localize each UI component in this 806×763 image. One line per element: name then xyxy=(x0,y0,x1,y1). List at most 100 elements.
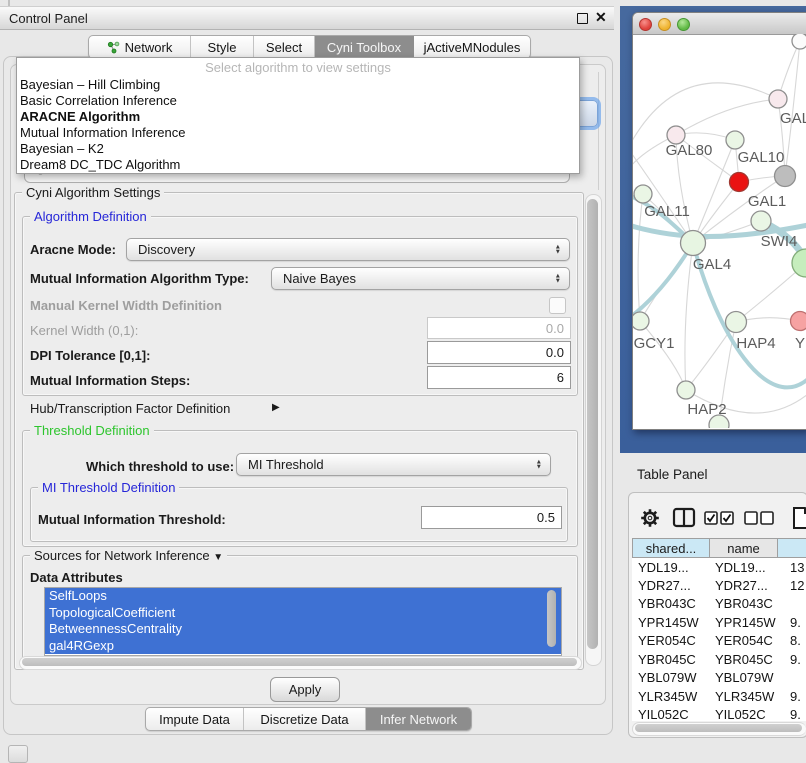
network-node[interactable] xyxy=(634,185,652,203)
tab-infer-network[interactable]: Infer Network xyxy=(366,708,471,730)
network-edge[interactable] xyxy=(640,321,686,390)
apply-button[interactable]: Apply xyxy=(270,677,340,702)
table-cell[interactable]: YIL052C xyxy=(632,707,710,721)
table-cell[interactable]: YLR345W xyxy=(710,689,778,704)
table-cell[interactable]: YBL079W xyxy=(710,670,778,685)
network-node[interactable] xyxy=(730,173,749,192)
network-node[interactable] xyxy=(681,231,706,256)
tab-cyni-toolbox[interactable]: Cyni Toolbox xyxy=(315,36,414,58)
network-node[interactable] xyxy=(677,381,695,399)
network-edge[interactable] xyxy=(676,99,778,135)
deselect-all-columns-icon[interactable] xyxy=(744,511,774,525)
table-cell[interactable]: YLR345W xyxy=(632,689,710,704)
network-canvas[interactable]: GALGAL80GAL10GAL1GAL11SWI4GAL4GCY1HAP4YH… xyxy=(633,34,806,428)
network-edge[interactable] xyxy=(685,243,693,390)
table-row[interactable]: YDL19...YDL19...13 xyxy=(632,558,806,576)
table-row[interactable]: YDR27...YDR27...12 xyxy=(632,576,806,594)
table-row[interactable]: YLR345WYLR345W9. xyxy=(632,687,806,705)
tab-impute-data[interactable]: Impute Data xyxy=(146,708,244,730)
network-node[interactable] xyxy=(726,312,747,333)
split-columns-icon[interactable] xyxy=(672,506,696,530)
manual-kernel-checkbox[interactable] xyxy=(549,297,566,314)
tab-network[interactable]: Network xyxy=(89,36,191,58)
table-cell[interactable]: YPR145W xyxy=(710,615,778,630)
table-row[interactable]: YBL079WYBL079W xyxy=(632,669,806,687)
table-cell[interactable]: YDR27... xyxy=(710,578,778,593)
table-cell[interactable]: 9. xyxy=(778,652,806,667)
table-hscrollbar-thumb[interactable] xyxy=(635,724,802,732)
network-node[interactable] xyxy=(751,211,771,231)
table-hscrollbar[interactable] xyxy=(632,722,806,736)
table-cell[interactable]: YDL19... xyxy=(632,560,710,575)
column-header[interactable]: name xyxy=(710,538,778,558)
table-cell[interactable]: 8. xyxy=(778,633,806,648)
table-row[interactable]: YIL052CYIL052C9. xyxy=(632,706,806,721)
table-cell[interactable]: 9. xyxy=(778,615,806,630)
table-cell[interactable]: YBL079W xyxy=(632,670,710,685)
table-cell[interactable]: 13 xyxy=(778,560,806,575)
settings-scrollbar[interactable] xyxy=(585,194,602,666)
settings-hscrollbar[interactable] xyxy=(19,656,582,670)
algorithm-option[interactable]: Mutual Information Inference xyxy=(17,125,579,141)
table-cell[interactable]: YDR27... xyxy=(632,578,710,593)
close-window-icon[interactable] xyxy=(639,18,652,31)
network-node[interactable] xyxy=(726,131,744,149)
sources-collapse-arrow-icon[interactable]: ▼ xyxy=(213,552,223,563)
table-cell[interactable]: YDL19... xyxy=(710,560,778,575)
dpi-tolerance-field[interactable]: 0.0 xyxy=(427,341,571,364)
table-row[interactable]: YER054CYER054C8. xyxy=(632,632,806,650)
table-settings-gear-icon[interactable] xyxy=(638,506,662,530)
float-panel-icon[interactable] xyxy=(577,13,588,24)
table-cell[interactable]: YBR045C xyxy=(632,652,710,667)
algorithm-option[interactable]: Bayesian – K2 xyxy=(17,141,579,157)
algorithm-option[interactable]: Basic Correlation Inference xyxy=(17,93,579,109)
table-row[interactable]: YPR145WYPR145W9. xyxy=(632,613,806,631)
tab-select[interactable]: Select xyxy=(254,36,315,58)
minimize-window-icon[interactable] xyxy=(658,18,671,31)
attribute-item[interactable]: BetweennessCentrality xyxy=(45,621,561,638)
algorithm-option[interactable]: ARACNE Algorithm xyxy=(17,109,579,125)
table-cell[interactable]: YPR145W xyxy=(632,615,710,630)
algorithm-option[interactable]: Bayesian – Hill Climbing xyxy=(17,77,579,93)
network-edge[interactable] xyxy=(633,243,693,321)
close-panel-icon[interactable]: ✕ xyxy=(595,9,607,26)
hub-expand-arrow-icon[interactable]: ▶ xyxy=(272,403,280,413)
table-cell[interactable]: 12 xyxy=(778,578,806,593)
network-edge[interactable] xyxy=(785,41,800,176)
table-row[interactable]: YBR045CYBR045C9. xyxy=(632,650,806,668)
aracne-mode-combo[interactable]: Discovery ▲▼ xyxy=(126,238,570,261)
network-node[interactable] xyxy=(633,312,649,330)
settings-scrollbar-thumb[interactable] xyxy=(587,199,598,649)
mi-threshold-field[interactable]: 0.5 xyxy=(421,506,562,529)
network-node[interactable] xyxy=(792,34,806,49)
network-node[interactable] xyxy=(775,166,796,187)
table-cell[interactable]: YER054C xyxy=(632,633,710,648)
network-edge[interactable] xyxy=(638,194,643,321)
select-all-columns-icon[interactable] xyxy=(704,511,734,525)
attribute-item[interactable]: SelfLoops xyxy=(45,588,561,605)
tab-style[interactable]: Style xyxy=(191,36,254,58)
column-header[interactable]: A xyxy=(778,538,806,558)
table-cell[interactable]: YBR043C xyxy=(710,596,778,611)
table-cell[interactable]: 9. xyxy=(778,707,806,721)
table-cell[interactable]: YBR043C xyxy=(632,596,710,611)
table-cell[interactable]: 9. xyxy=(778,689,806,704)
mi-steps-field[interactable]: 6 xyxy=(427,366,571,389)
which-threshold-combo[interactable]: MI Threshold ▲▼ xyxy=(236,453,551,476)
table-cell[interactable]: YIL052C xyxy=(710,707,778,721)
network-node[interactable] xyxy=(769,90,787,108)
zoom-window-icon[interactable] xyxy=(677,18,690,31)
algorithm-option[interactable]: Dream8 DC_TDC Algorithm xyxy=(17,157,579,173)
attribute-item[interactable]: gal4RGexp xyxy=(45,638,561,655)
attributes-scrollbar-thumb[interactable] xyxy=(547,590,556,647)
algorithm-dropdown[interactable]: Select algorithm to view settings Bayesi… xyxy=(16,57,580,174)
tab-jactivemnodules[interactable]: jActiveMNodules xyxy=(414,36,530,58)
column-header[interactable]: shared... xyxy=(632,538,710,558)
tab-discretize-data[interactable]: Discretize Data xyxy=(244,708,366,730)
network-node[interactable] xyxy=(791,312,806,331)
table-cell[interactable]: YBR045C xyxy=(710,652,778,667)
data-attributes-list[interactable]: SelfLoopsTopologicalCoefficientBetweenne… xyxy=(44,587,562,656)
node-table[interactable]: shared...nameA YDL19...YDL19...13YDR27..… xyxy=(632,538,806,721)
attribute-item[interactable]: TopologicalCoefficient xyxy=(45,605,561,622)
settings-hscrollbar-thumb[interactable] xyxy=(22,658,577,666)
